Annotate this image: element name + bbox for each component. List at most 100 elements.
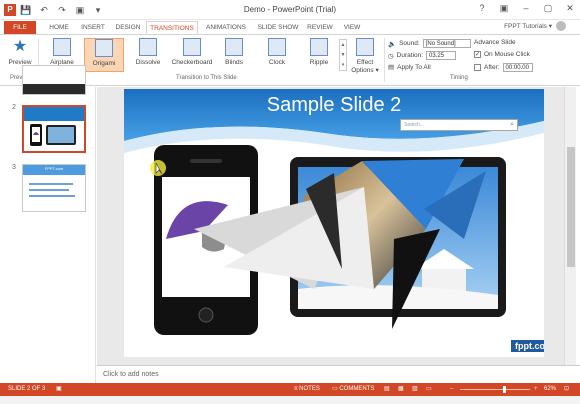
tab-review[interactable]: REVIEW <box>305 21 335 34</box>
transition-label: Dissolve <box>135 59 161 66</box>
help-button[interactable]: ? <box>476 3 488 14</box>
minimize-button[interactable]: – <box>520 3 532 14</box>
slide-thumbnail-pane: 2 3 FPPT.com <box>0 65 96 383</box>
checkerboard-icon <box>183 38 201 56</box>
duration-row: ◷ Duration: 03.25 <box>388 51 457 60</box>
cursor-highlight <box>150 160 166 176</box>
apply-to-all-button[interactable]: ▤ Apply To All <box>388 63 431 72</box>
fit-slide-icon[interactable]: ⊡ <box>564 383 569 396</box>
avatar[interactable] <box>556 21 566 31</box>
sound-dropdown[interactable]: [No Sound] <box>422 39 471 48</box>
advance-slide-label: Advance Slide <box>474 39 516 46</box>
after-checkbox[interactable] <box>474 64 481 71</box>
transition-label: Clock <box>268 59 286 66</box>
zoom-out-button[interactable]: – <box>450 383 453 396</box>
transition-checkerboard[interactable]: Checkerboard <box>170 38 214 72</box>
sound-label: Sound: <box>399 40 420 47</box>
scrollbar-thumb[interactable] <box>567 147 575 267</box>
transition-group-label: Transition to This Slide <box>176 75 237 81</box>
slide-number: 2 <box>12 104 16 111</box>
transition-dissolve[interactable]: Dissolve <box>128 38 168 72</box>
ripple-icon <box>310 38 328 56</box>
group-separator <box>384 38 385 82</box>
zoom-slider-knob[interactable] <box>503 386 506 393</box>
transition-ripple[interactable]: Ripple <box>300 38 338 72</box>
slide-thumbnail-2[interactable] <box>22 105 86 153</box>
close-button[interactable]: ✕ <box>564 3 576 14</box>
slide-thumbnail-3[interactable]: FPPT.com <box>22 164 86 212</box>
tab-design[interactable]: DESIGN <box>112 21 144 34</box>
slide-search-box[interactable]: Search... ⌕ <box>400 119 518 131</box>
status-bar: SLIDE 2 OF 3 ▣ ≡ NOTES ▭ COMMENTS ▤ ▦ ▥ … <box>0 383 580 396</box>
transition-clock[interactable]: Clock <box>258 38 296 72</box>
account-name[interactable]: FPPT Tutorials ▾ <box>504 22 552 30</box>
tab-home[interactable]: HOME <box>44 21 74 34</box>
notes-placeholder: Click to add notes <box>103 371 159 378</box>
fppt-logo: fppt.com <box>510 339 544 353</box>
airplane-icon <box>53 38 71 56</box>
slide-editing-area: Sample Slide 2 Search... ⌕ fppt.com <box>97 87 567 365</box>
comments-toggle-label: COMMENTS <box>339 386 375 392</box>
reading-view-icon[interactable]: ▥ <box>412 383 418 396</box>
zoom-in-button[interactable]: + <box>534 383 538 396</box>
tab-slide-show[interactable]: SLIDE SHOW <box>256 21 300 34</box>
window-controls: ? ▣ – ▢ ✕ <box>476 3 576 14</box>
timing-group-label: Timing <box>450 75 468 81</box>
taskbar-edge <box>0 396 580 404</box>
slideshow-view-icon[interactable]: ▭ <box>426 383 432 396</box>
notes-pane[interactable]: Click to add notes <box>97 365 580 383</box>
after-row: After: 00:00.00 <box>474 63 533 72</box>
tab-view[interactable]: VIEW <box>340 21 364 34</box>
notes-toggle[interactable]: ≡ NOTES <box>294 383 320 396</box>
slide-thumbnail-1[interactable] <box>22 65 86 95</box>
slide-3-title: FPPT.com <box>44 166 64 171</box>
transition-label: Ripple <box>309 59 329 66</box>
tab-file[interactable]: FILE <box>4 21 36 34</box>
ribbon-display-options-button[interactable]: ▣ <box>498 3 510 14</box>
tab-insert[interactable]: INSERT <box>77 21 109 34</box>
notes-toggle-label: NOTES <box>299 386 320 392</box>
transition-label: Origami <box>92 60 116 67</box>
slide-3-preview <box>23 165 85 211</box>
tab-transitions[interactable]: TRANSITIONS <box>146 21 198 34</box>
sound-icon: 🔈 <box>388 40 397 48</box>
duration-icon: ◷ <box>388 52 394 60</box>
ribbon: ★ Preview Preview Airplane Origami Disso… <box>0 34 580 86</box>
comments-toggle[interactable]: ▭ COMMENTS <box>332 383 374 396</box>
on-mouse-click-checkbox[interactable]: ✓ <box>474 51 481 58</box>
duration-spinner[interactable]: 03.25 <box>426 51 457 60</box>
slide-sorter-icon[interactable]: ▦ <box>398 383 404 396</box>
vertical-scrollbar[interactable] <box>564 87 576 365</box>
search-placeholder: Search... <box>404 122 425 128</box>
dissolve-icon <box>139 38 157 56</box>
slide-number: 3 <box>12 164 16 171</box>
after-spinner[interactable]: 00:00.00 <box>502 63 533 72</box>
search-icon: ⌕ <box>510 121 514 128</box>
slide-title[interactable]: Sample Slide 2 <box>124 94 544 117</box>
after-label: After: <box>484 64 500 71</box>
clock-icon <box>268 38 286 56</box>
current-slide[interactable]: Sample Slide 2 Search... ⌕ fppt.com <box>124 89 544 357</box>
zoom-slider[interactable] <box>460 386 530 393</box>
apply-all-icon: ▤ <box>388 64 395 71</box>
normal-view-icon[interactable]: ▤ <box>384 383 390 396</box>
slide-count: SLIDE 2 OF 3 <box>8 386 46 392</box>
origami-icon <box>95 39 113 57</box>
duration-label: Duration: <box>396 52 424 59</box>
on-mouse-click-row: ✓ On Mouse Click <box>474 51 530 58</box>
blinds-icon <box>225 38 243 56</box>
spelling-icon[interactable]: ▣ <box>56 383 62 396</box>
transition-gallery-scroll[interactable]: ▲ ▼ ▾ <box>339 39 347 71</box>
effect-options-label: Effect Options ▾ <box>351 59 379 74</box>
tab-animations[interactable]: ANIMATIONS <box>202 21 250 34</box>
on-mouse-click-label: On Mouse Click <box>484 51 530 58</box>
effect-options-button[interactable]: Effect Options ▾ <box>350 38 380 74</box>
sound-row: 🔈 Sound: [No Sound] <box>388 39 471 48</box>
transition-blinds[interactable]: Blinds <box>216 38 252 72</box>
maximize-button[interactable]: ▢ <box>542 3 554 14</box>
effect-options-icon <box>356 38 374 56</box>
preview-star-icon: ★ <box>12 38 28 55</box>
slide-2-preview <box>24 107 84 151</box>
zoom-level[interactable]: 62% <box>544 383 556 396</box>
transition-origami[interactable]: Origami <box>84 38 124 72</box>
